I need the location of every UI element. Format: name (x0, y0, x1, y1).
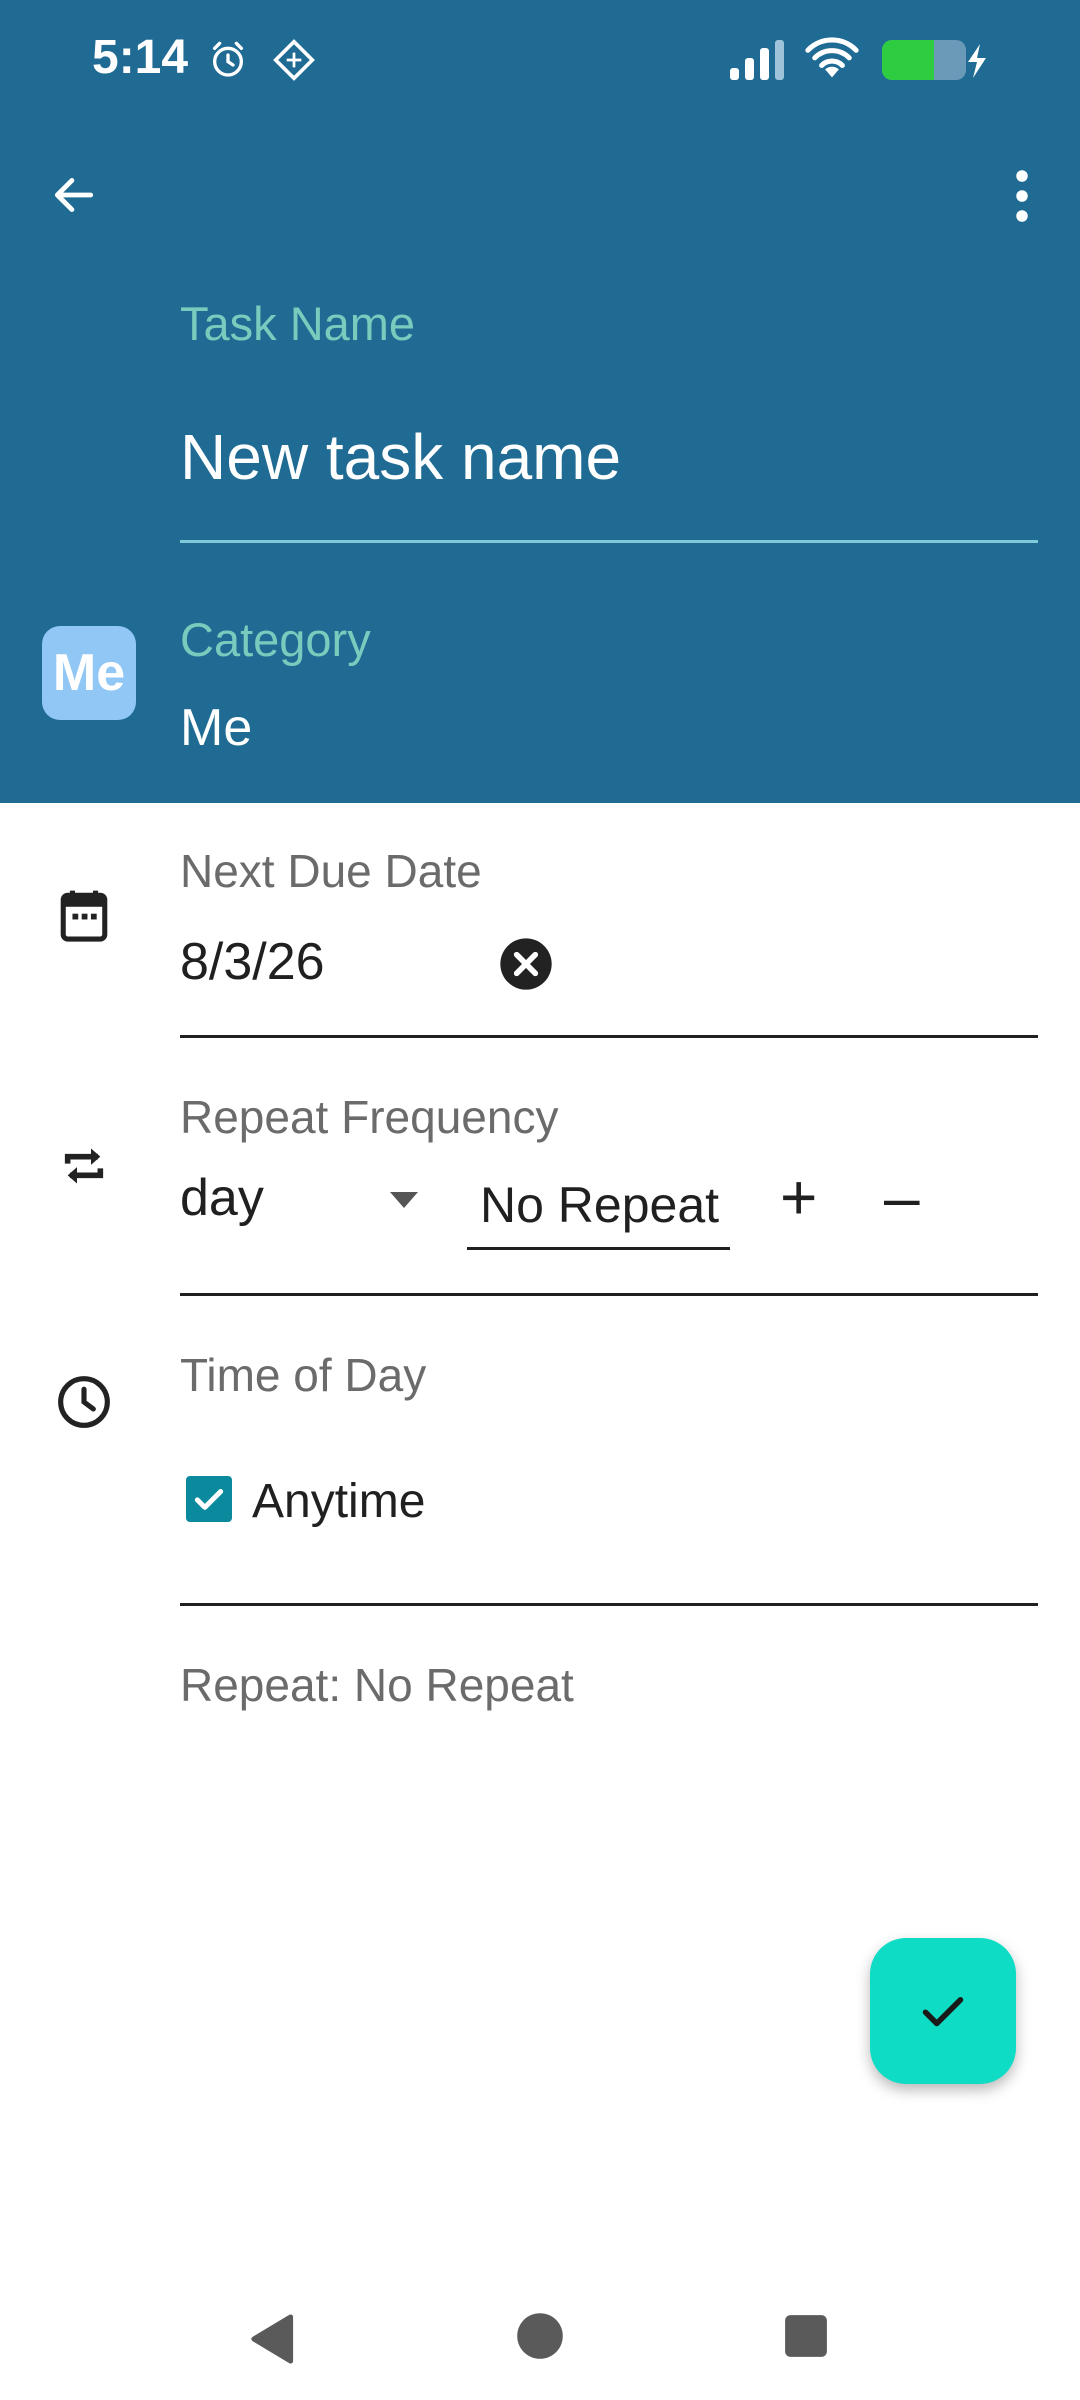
due-date-value[interactable]: 8/3/26 (180, 932, 325, 992)
clear-date-icon[interactable] (498, 936, 554, 992)
dropdown-arrow-icon[interactable] (388, 1190, 420, 1210)
due-date-label: Next Due Date (180, 845, 482, 897)
category-label: Category (180, 613, 371, 666)
save-fab-button[interactable] (870, 1938, 1016, 2084)
nav-back-icon[interactable] (246, 2312, 296, 2366)
nav-home-icon[interactable] (516, 2312, 564, 2360)
clock-icon (58, 1376, 110, 1428)
repeat-frequency-label: Repeat Frequency (180, 1091, 559, 1143)
nav-recents-icon[interactable] (784, 2314, 828, 2358)
calendar-icon (60, 890, 108, 942)
task-name-input[interactable]: New task name (180, 420, 621, 494)
category-value[interactable]: Me (180, 698, 252, 758)
signal-icon (730, 40, 784, 80)
back-arrow-icon[interactable] (46, 170, 102, 220)
repeat-amount-underline (467, 1247, 730, 1250)
more-vert-icon[interactable] (1004, 166, 1040, 226)
anytime-label[interactable]: Anytime (252, 1474, 425, 1529)
category-avatar[interactable]: Me (42, 626, 136, 720)
decrement-button[interactable]: – (884, 1160, 920, 1234)
time-of-day-label: Time of Day (180, 1349, 427, 1401)
task-name-underline (180, 540, 1038, 543)
status-time: 5:14 (92, 31, 189, 84)
status-bar: 5:14 (0, 0, 1080, 120)
repeat-summary: Repeat: No Repeat (180, 1659, 574, 1711)
repeat-icon (64, 1148, 104, 1184)
anytime-checkbox[interactable] (186, 1476, 232, 1522)
due-date-underline (180, 1035, 1038, 1038)
repeat-unit-select[interactable]: day (180, 1168, 264, 1228)
app-notification-icon (273, 39, 315, 81)
task-name-label: Task Name (180, 297, 416, 350)
increment-button[interactable]: + (780, 1160, 817, 1234)
check-icon (194, 1489, 224, 1510)
battery-charging-icon (882, 40, 986, 80)
wifi-icon (805, 37, 859, 78)
time-of-day-underline (180, 1603, 1038, 1606)
header (0, 0, 1080, 803)
repeat-underline (180, 1293, 1038, 1296)
alarm-icon (213, 41, 243, 77)
repeat-amount-input[interactable]: No Repeat (480, 1176, 719, 1234)
checkmark-icon (922, 1997, 964, 2027)
